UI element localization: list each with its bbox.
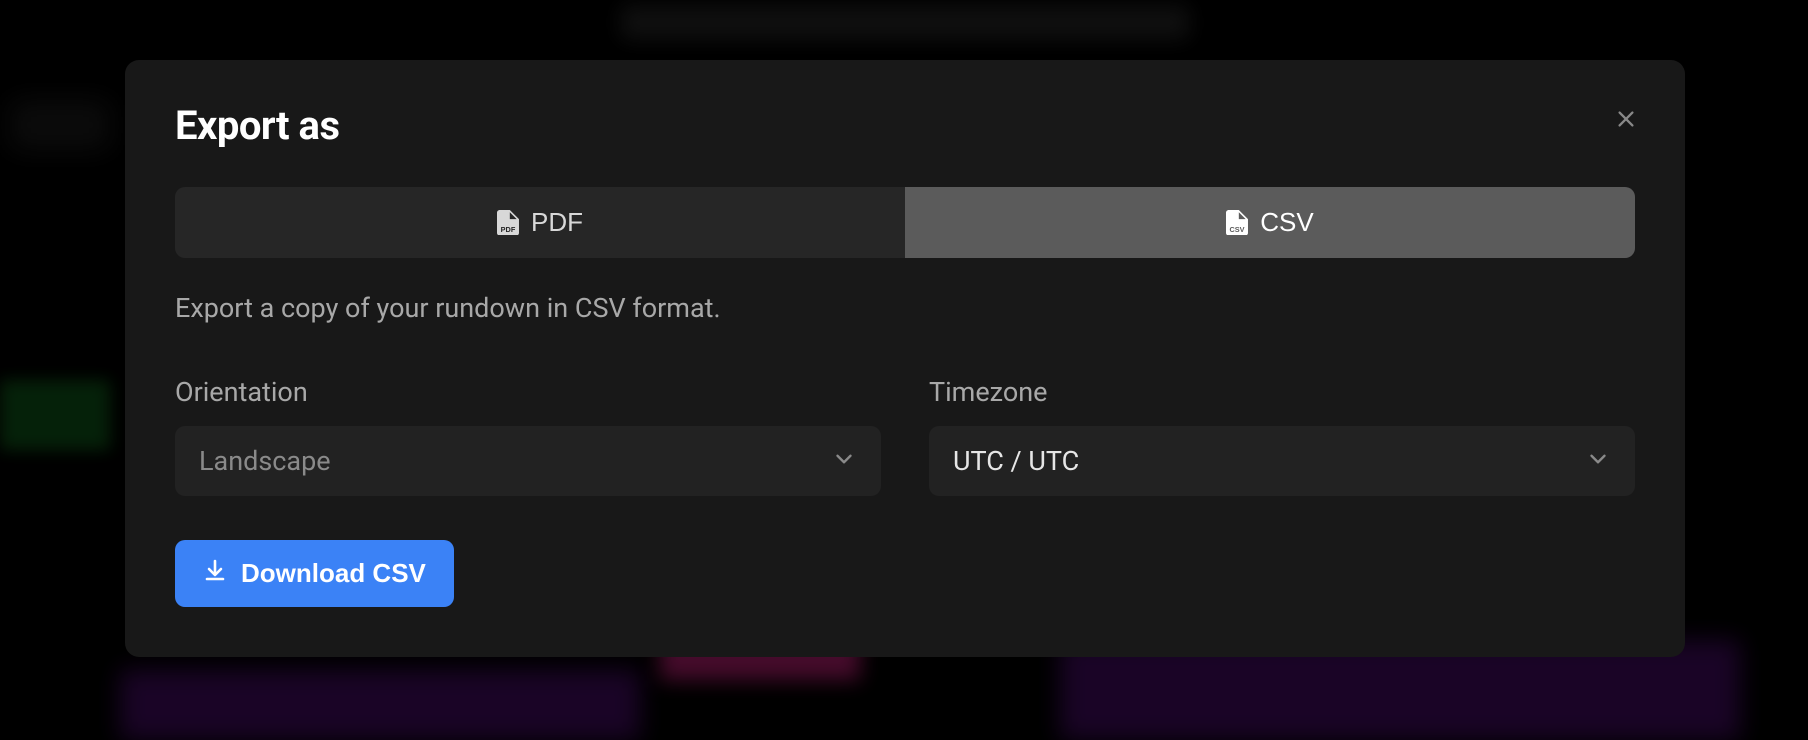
modal-title: Export as	[175, 102, 339, 149]
modal-header: Export as	[175, 102, 1635, 149]
timezone-label: Timezone	[929, 376, 1635, 408]
tab-csv[interactable]: CSV CSV	[905, 187, 1635, 258]
orientation-group: Orientation Landscape	[175, 376, 881, 496]
close-button[interactable]	[1611, 104, 1641, 137]
chevron-down-icon	[1585, 446, 1611, 476]
chevron-down-icon	[831, 446, 857, 476]
timezone-select[interactable]: UTC / UTC	[929, 426, 1635, 496]
format-tabs: PDF PDF CSV CSV	[175, 187, 1635, 258]
timezone-group: Timezone UTC / UTC	[929, 376, 1635, 496]
csv-file-icon: CSV	[1226, 210, 1248, 236]
orientation-value: Landscape	[199, 445, 331, 477]
tab-pdf-label: PDF	[531, 207, 583, 238]
svg-text:CSV: CSV	[1230, 224, 1245, 233]
download-icon	[203, 558, 227, 589]
tab-pdf[interactable]: PDF PDF	[175, 187, 905, 258]
orientation-select[interactable]: Landscape	[175, 426, 881, 496]
download-csv-button[interactable]: Download CSV	[175, 540, 454, 607]
tab-csv-label: CSV	[1260, 207, 1313, 238]
export-description: Export a copy of your rundown in CSV for…	[175, 292, 1635, 324]
download-button-label: Download CSV	[241, 558, 426, 589]
export-modal: Export as PDF PDF	[125, 60, 1685, 657]
timezone-value: UTC / UTC	[953, 445, 1079, 477]
form-row: Orientation Landscape Timezone UTC / UTC	[175, 376, 1635, 496]
pdf-file-icon: PDF	[497, 210, 519, 236]
svg-text:PDF: PDF	[501, 224, 516, 233]
orientation-label: Orientation	[175, 376, 881, 408]
close-icon	[1615, 108, 1637, 133]
